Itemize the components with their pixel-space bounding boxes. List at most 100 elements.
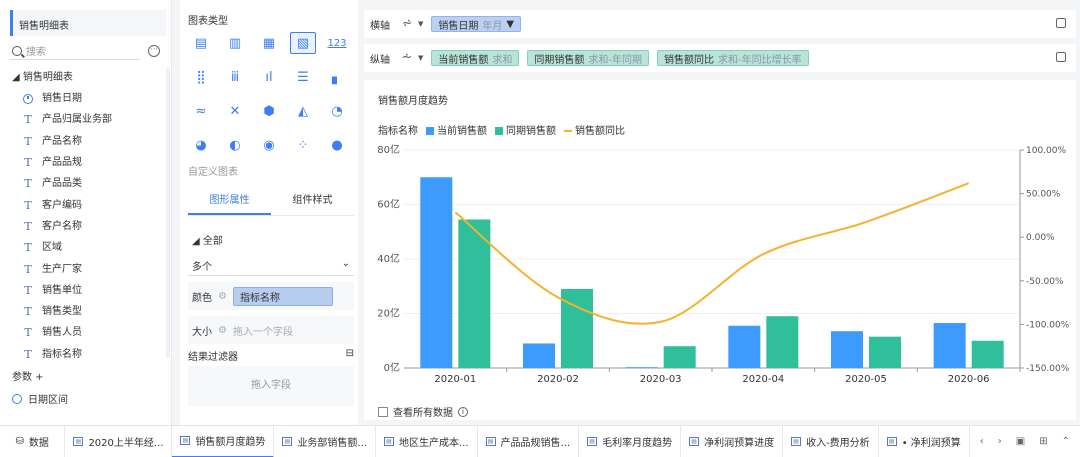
tab-label: 业务部销售额...	[297, 438, 367, 449]
table-chart-icon[interactable]: ▤	[188, 32, 214, 54]
series-select[interactable]: 多个 ⌄	[188, 254, 354, 276]
sheet-tab[interactable]: ▤ 毛利率月度趋势	[579, 425, 682, 457]
more-options-icon[interactable]: ···	[148, 45, 160, 57]
field-label: 产品品类	[42, 178, 82, 190]
x-axis-icon[interactable]: ⩫	[398, 16, 416, 32]
date-range-param[interactable]: 日期区间	[12, 391, 68, 406]
multi-pie-icon[interactable]: ◐	[222, 134, 248, 156]
kpi-number-icon[interactable]: 123	[324, 32, 350, 54]
result-filter-header: 结果过滤器 ⊟	[188, 348, 354, 363]
sheet-tab[interactable]: ▤ 业务部销售额...	[274, 425, 376, 457]
filter-drop-zone[interactable]: 拖入字段	[188, 366, 354, 406]
column-chart-icon[interactable]: ıl	[256, 66, 282, 88]
horizontal-bar-icon[interactable]: ☰	[290, 66, 316, 88]
field-item[interactable]: T 生产厂家	[12, 258, 162, 279]
caret-down-icon[interactable]: ▼	[418, 54, 423, 62]
field-panel: 销售明细表 搜索 ··· ◢ 销售明细表 销售日期 T 产品归属业务部 T 产品名称 T 产…	[0, 0, 172, 425]
color-field-chip[interactable]: 指标名称	[232, 286, 333, 306]
search-input[interactable]: 搜索	[10, 42, 140, 60]
y-axis-icon[interactable]: ⩪	[398, 50, 416, 66]
add-dashboard-icon[interactable]: ▣	[1016, 436, 1025, 447]
field-item[interactable]: T 指标名称	[12, 344, 162, 365]
line-chart-icon[interactable]: ≈	[188, 100, 214, 122]
field-label: 生产厂家	[42, 263, 82, 275]
size-drop-zone[interactable]: 拖入一个字段	[233, 323, 293, 338]
field-item[interactable]: T 产品品规	[12, 152, 162, 173]
x-axis-label: 横轴	[370, 20, 390, 32]
field-item[interactable]: T 区域	[12, 237, 162, 258]
legend-item[interactable]: 当前销售额	[426, 122, 487, 137]
show-all-checkbox[interactable]	[378, 406, 388, 417]
chevron-right-icon[interactable]: ›	[998, 436, 1002, 447]
field-label: 销售人员	[42, 327, 82, 339]
field-item[interactable]: T 产品品类	[12, 173, 162, 194]
ring-chart-icon[interactable]: ◉	[256, 134, 282, 156]
bar-current	[933, 323, 966, 368]
bubble-chart-icon[interactable]: ●	[324, 134, 350, 156]
sheet-tab[interactable]: ▤ 销售额月度趋势	[172, 425, 275, 457]
y-left-tick-label: 40亿	[377, 252, 400, 265]
chip-sub: 求和-年同期	[588, 54, 642, 66]
sheet-tab[interactable]: ▤ 净利润预算进度	[681, 425, 784, 457]
gear-icon[interactable]: ⚙	[218, 291, 227, 302]
bar-current	[523, 343, 555, 368]
sheet-tab[interactable]: ▤ • 净利润预算	[879, 425, 970, 457]
custom-chart-label[interactable]: 自定义图表	[188, 163, 238, 178]
field-item[interactable]: T 产品名称	[12, 131, 162, 152]
lock-icon[interactable]	[1056, 18, 1066, 28]
sheet-tab[interactable]: ▤ 产品品规销售...	[478, 425, 580, 457]
chip-sub: 年月	[482, 20, 503, 32]
lock-icon[interactable]: ⊟	[346, 348, 354, 363]
grouped-bar-icon[interactable]: ⣿	[188, 66, 214, 88]
field-scrollbar[interactable]	[166, 68, 170, 358]
sheet-tab[interactable]: ▤ 收入-费用分析	[783, 425, 879, 457]
combo-chart-icon[interactable]: ▧	[290, 32, 316, 54]
collapse-icon[interactable]: ⌃	[1062, 436, 1070, 447]
field-item[interactable]: T 客户编码	[12, 194, 162, 215]
add-report-icon[interactable]: ⊞	[1039, 436, 1047, 447]
params-add-button[interactable]: 参数 +	[12, 368, 44, 383]
y-axis-field-chip[interactable]: 同期销售额 求和-年同期	[527, 50, 649, 66]
x-tick-label: 2020-03	[640, 374, 682, 385]
data-tab[interactable]: ⛁ 数据	[0, 425, 66, 457]
field-item[interactable]: T 产品归属业务部	[12, 109, 162, 130]
legend-item[interactable]: 同期销售额	[495, 122, 556, 137]
tab-label: 收入-费用分析	[806, 438, 870, 449]
field-item[interactable]: T 销售人员	[12, 322, 162, 343]
detail-table-icon[interactable]: ▦	[256, 32, 282, 54]
crosstab-chart-icon[interactable]: ▥	[222, 32, 248, 54]
area-chart-icon[interactable]: ◭	[290, 100, 316, 122]
show-all-data[interactable]: 查看所有数据 i	[378, 404, 468, 419]
legend-item[interactable]: 销售额同比	[564, 122, 625, 137]
stacked-bar-icon[interactable]: ⅲ	[222, 66, 248, 88]
caret-down-icon[interactable]: ▼	[418, 20, 423, 28]
size-property: 大小 ⚙ 拖入一个字段	[188, 316, 354, 344]
gauge-chart-icon[interactable]: ◔	[324, 100, 350, 122]
table-selector[interactable]: 销售明细表	[10, 10, 166, 36]
radar-chart-icon[interactable]: ⬢	[256, 100, 282, 122]
chevron-left-icon[interactable]: ‹	[980, 436, 984, 447]
tab-graph-properties[interactable]: 图形属性	[188, 192, 271, 215]
sheet-icon: ▤	[791, 437, 802, 446]
scatter-chart-icon[interactable]: ⁘	[290, 134, 316, 156]
lock-icon[interactable]	[1056, 52, 1066, 62]
waterfall-chart-icon[interactable]: ▖	[324, 66, 350, 88]
tree-table-node[interactable]: ◢ 销售明细表	[12, 68, 162, 88]
all-group-toggle[interactable]: ◢ 全部	[192, 232, 223, 247]
y-axis-field-chip[interactable]: 当前销售额 求和	[431, 50, 520, 66]
bar-current	[420, 177, 453, 368]
field-item[interactable]: T 销售单位	[12, 280, 162, 301]
gear-icon[interactable]: ⚙	[218, 325, 227, 336]
y-right-tick-label: -100.00%	[1026, 320, 1070, 330]
sheet-tab[interactable]: ▤ 2020上半年经...	[65, 425, 173, 457]
scatter-line-icon[interactable]: ✕	[222, 100, 248, 122]
sheet-tab[interactable]: ▤ 地区生产成本...	[376, 425, 478, 457]
pie-chart-icon[interactable]: ◕	[188, 134, 214, 156]
field-item[interactable]: 销售日期	[12, 88, 162, 109]
x-axis-field-chip[interactable]: 销售日期 年月 ▼	[431, 16, 522, 32]
field-item[interactable]: T 销售类型	[12, 301, 162, 322]
field-item[interactable]: T 客户名称	[12, 216, 162, 237]
tab-component-style[interactable]: 组件样式	[271, 192, 354, 215]
y-axis-field-chip[interactable]: 销售额同比 求和-年同比增长率	[657, 50, 809, 66]
info-icon[interactable]: i	[458, 406, 468, 417]
